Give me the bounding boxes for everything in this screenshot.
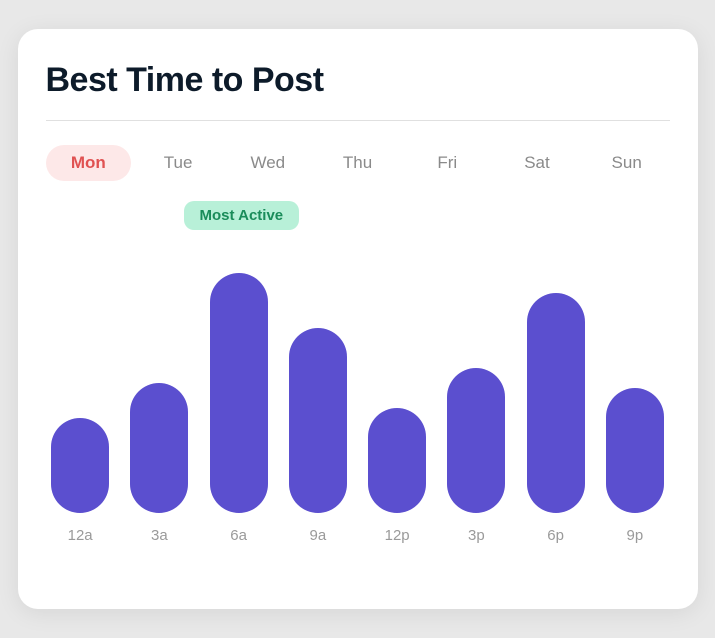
bar-6p bbox=[527, 293, 585, 513]
time-label-12p: 12p bbox=[363, 527, 432, 544]
bar-wrapper-9p bbox=[600, 243, 669, 513]
bar-9a bbox=[289, 328, 347, 513]
bar-wrapper-12p bbox=[363, 243, 432, 513]
most-active-badge: Most Active bbox=[184, 201, 300, 230]
time-label-6a: 6a bbox=[204, 527, 273, 544]
time-label-6p: 6p bbox=[521, 527, 590, 544]
day-tab-mon[interactable]: Mon bbox=[46, 145, 132, 181]
card-title: Best Time to Post bbox=[46, 61, 670, 100]
bar-3p bbox=[447, 368, 505, 513]
day-tab-sat[interactable]: Sat bbox=[494, 145, 580, 181]
bar-12p bbox=[368, 408, 426, 513]
bar-wrapper-12a bbox=[46, 243, 115, 513]
day-tab-tue[interactable]: Tue bbox=[135, 145, 221, 181]
bar-6a bbox=[210, 273, 268, 513]
time-label-12a: 12a bbox=[46, 527, 115, 544]
time-label-3p: 3p bbox=[442, 527, 511, 544]
bar-12a bbox=[51, 418, 109, 513]
day-tab-wed[interactable]: Wed bbox=[225, 145, 311, 181]
divider bbox=[46, 120, 670, 121]
day-tab-thu[interactable]: Thu bbox=[315, 145, 401, 181]
bar-wrapper-3a bbox=[125, 243, 194, 513]
time-label-9p: 9p bbox=[600, 527, 669, 544]
day-tab-sun[interactable]: Sun bbox=[584, 145, 670, 181]
bar-wrapper-6p bbox=[521, 243, 590, 513]
best-time-card: Best Time to Post MonTueWedThuFriSatSun … bbox=[18, 29, 698, 609]
bars-container bbox=[46, 213, 670, 513]
day-tab-fri[interactable]: Fri bbox=[404, 145, 490, 181]
bar-wrapper-6a bbox=[204, 243, 273, 513]
bar-3a bbox=[130, 383, 188, 513]
bar-wrapper-9a bbox=[283, 243, 352, 513]
bar-wrapper-3p bbox=[442, 243, 511, 513]
time-label-9a: 9a bbox=[283, 527, 352, 544]
bar-9p bbox=[606, 388, 664, 513]
day-tabs: MonTueWedThuFriSatSun bbox=[46, 145, 670, 181]
time-label-3a: 3a bbox=[125, 527, 194, 544]
chart-area: Most Active 12a3a6a9a12p3p6p9p bbox=[46, 213, 670, 581]
time-labels: 12a 3a 6a 9a 12p 3p 6p 9p bbox=[46, 527, 670, 544]
